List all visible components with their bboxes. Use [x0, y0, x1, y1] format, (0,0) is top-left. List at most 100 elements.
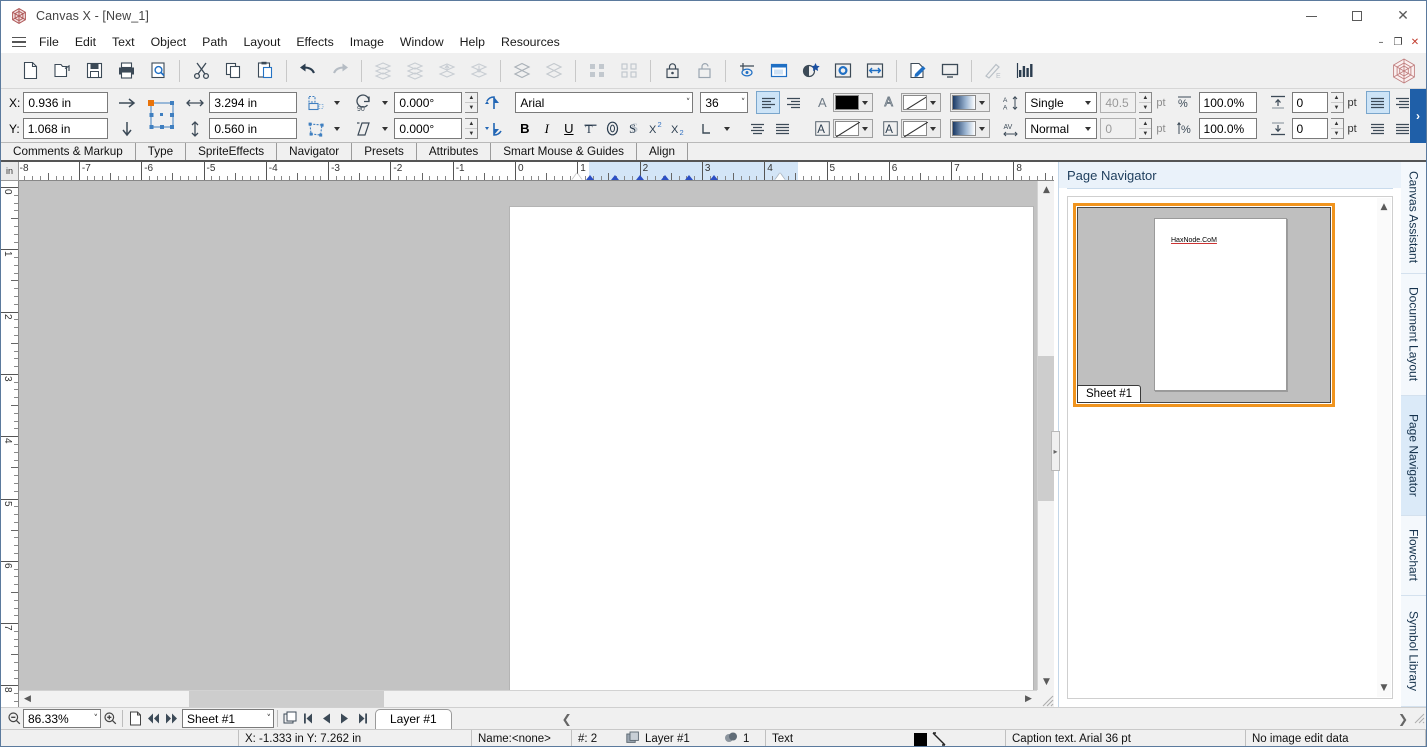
tab-attributes[interactable]: Attributes — [417, 143, 492, 160]
scale-dropdown[interactable] — [330, 92, 343, 113]
tab-stop-marker[interactable] — [635, 175, 644, 180]
hamburger-menu-icon[interactable] — [7, 32, 31, 52]
zoombar-horizontal-scroll-region[interactable]: ❮ ❯ — [552, 708, 1426, 730]
frame-gradient-picker[interactable] — [950, 119, 991, 138]
underline-button[interactable]: U — [559, 119, 578, 139]
undo-button[interactable] — [293, 56, 323, 86]
page-thumbnail[interactable]: HaxNode.CoM Sheet #1 — [1077, 207, 1331, 403]
vtab-flowchart[interactable]: Flowchart — [1401, 516, 1426, 596]
window-close-button[interactable]: ✕ — [1380, 1, 1426, 31]
menu-edit[interactable]: Edit — [67, 32, 104, 52]
send-backward-button[interactable] — [464, 56, 494, 86]
valign-bottom-icon[interactable] — [1367, 118, 1389, 139]
copy-button[interactable] — [218, 56, 248, 86]
sprite-effects-button[interactable] — [796, 56, 826, 86]
menu-file[interactable]: File — [31, 32, 67, 52]
menu-object[interactable]: Object — [143, 32, 195, 52]
zoom-out-icon[interactable] — [5, 710, 23, 728]
distort-free-icon[interactable] — [305, 118, 327, 139]
baseline-dropdown[interactable] — [720, 118, 733, 139]
next-page-icon[interactable] — [335, 710, 353, 728]
stroke-line-icon[interactable] — [932, 732, 946, 746]
page-thumbnail-selected[interactable]: HaxNode.CoM Sheet #1 — [1073, 203, 1335, 407]
vtab-canvas-assistant[interactable]: Canvas Assistant — [1401, 162, 1426, 274]
tracking-spinner[interactable]: ▲ ▼ — [1139, 118, 1153, 139]
vtab-page-navigator[interactable]: Page Navigator — [1401, 396, 1426, 516]
skew-input[interactable]: 0.000° — [394, 118, 463, 139]
x-input[interactable]: 0.936 in — [23, 92, 109, 113]
double-right-icon[interactable] — [162, 710, 180, 728]
distribute-objects-button[interactable] — [614, 56, 644, 86]
tab-navigator[interactable]: Navigator — [277, 143, 353, 160]
vertical-scale-input[interactable]: 100.0% — [1198, 118, 1257, 139]
line-spacing-input[interactable]: 40.5 — [1100, 92, 1137, 113]
chart-tool-button[interactable] — [1010, 56, 1040, 86]
menu-resources[interactable]: Resources — [493, 32, 568, 52]
strikethrough-button[interactable]: T — [581, 119, 600, 139]
menu-path[interactable]: Path — [194, 32, 235, 52]
lock-object-button[interactable] — [657, 56, 687, 86]
shadow-button[interactable]: SS — [625, 119, 644, 139]
propbar-expand-button[interactable]: › — [1410, 89, 1426, 143]
tab-comments-markup[interactable]: Comments & Markup — [1, 143, 136, 160]
chevron-left-icon[interactable]: ❮ — [558, 710, 576, 728]
space-after-spinner[interactable]: ▲ ▼ — [1330, 118, 1344, 139]
ruler-unit-label[interactable]: in — [1, 162, 19, 181]
presentation-button[interactable] — [764, 56, 794, 86]
menu-layout[interactable]: Layout — [235, 32, 288, 52]
last-page-icon[interactable] — [353, 710, 371, 728]
send-to-back-button[interactable] — [400, 56, 430, 86]
double-left-icon[interactable] — [144, 710, 162, 728]
rotate-90-icon[interactable]: 90 — [353, 92, 375, 113]
horizontal-ruler[interactable]: -8 -7 -6 -5 -4 -3 -2 -1 0 1 2 3 4 5 6 7 8 — [19, 162, 1054, 181]
tab-presets[interactable]: Presets — [352, 143, 417, 160]
menu-help[interactable]: Help — [452, 32, 493, 52]
chevron-down-icon[interactable]: ▼ — [1377, 681, 1391, 695]
object-properties-button[interactable] — [828, 56, 858, 86]
y-input[interactable]: 1.068 in — [22, 118, 108, 139]
document-page[interactable]: HaxNode.CoM — [509, 206, 1034, 707]
tracking-input[interactable]: 0 — [1100, 118, 1137, 139]
tab-stop-marker[interactable] — [660, 175, 669, 180]
tab-type[interactable]: Type — [136, 143, 187, 160]
bring-forward-button[interactable] — [432, 56, 462, 86]
vtab-document-layout[interactable]: Document Layout — [1401, 274, 1426, 396]
window-maximize-button[interactable] — [1334, 1, 1380, 31]
rotate-dropdown[interactable] — [378, 92, 391, 113]
layer-tab[interactable]: Layer #1 — [375, 708, 452, 729]
tracking-mode-select[interactable]: Normal — [1025, 118, 1098, 139]
save-document-button[interactable] — [79, 56, 109, 86]
redo-button[interactable] — [325, 56, 355, 86]
indent-marker[interactable] — [572, 173, 583, 180]
page-navigator-scrollbar[interactable]: ▲ ▼ — [1377, 198, 1391, 697]
bold-button[interactable]: B — [515, 119, 534, 139]
panel-splitter-handle[interactable]: ▸ — [1051, 431, 1060, 471]
align-left-icon[interactable] — [756, 91, 781, 114]
menu-window[interactable]: Window — [392, 32, 452, 52]
menu-effects[interactable]: Effects — [288, 32, 341, 52]
tab-stop-marker[interactable] — [610, 175, 619, 180]
bring-to-front-button[interactable] — [368, 56, 398, 86]
print-button[interactable] — [111, 56, 141, 86]
arrow-down-icon[interactable] — [116, 118, 138, 139]
align-justify-icon[interactable] — [771, 118, 793, 139]
sheet-select[interactable]: Sheet #1 ˅ — [182, 709, 274, 728]
align-center-icon[interactable] — [746, 118, 768, 139]
font-size-select[interactable]: 36 ˅ — [700, 92, 749, 113]
tab-stop-marker[interactable] — [685, 175, 694, 180]
text-fill-color-picker[interactable] — [833, 93, 874, 112]
space-before-input[interactable]: 0 — [1291, 92, 1328, 113]
valign-top-icon[interactable] — [1365, 91, 1390, 114]
rotate-input[interactable]: 0.000° — [394, 92, 463, 113]
superscript-button[interactable]: X2 — [647, 119, 666, 139]
space-after-input[interactable]: 0 — [1291, 118, 1328, 139]
scale-proportional-icon[interactable] — [305, 92, 327, 113]
tab-stop-marker[interactable] — [710, 175, 719, 180]
prev-page-icon[interactable] — [317, 710, 335, 728]
tab-align[interactable]: Align — [637, 143, 689, 160]
annotate-button[interactable] — [903, 56, 933, 86]
outline-button[interactable] — [603, 119, 622, 139]
sheet-label[interactable]: Sheet #1 — [1077, 385, 1142, 403]
frame-stroke-color-picker[interactable] — [901, 119, 942, 138]
line-spacing-spinner[interactable]: ▲ ▼ — [1139, 92, 1153, 113]
